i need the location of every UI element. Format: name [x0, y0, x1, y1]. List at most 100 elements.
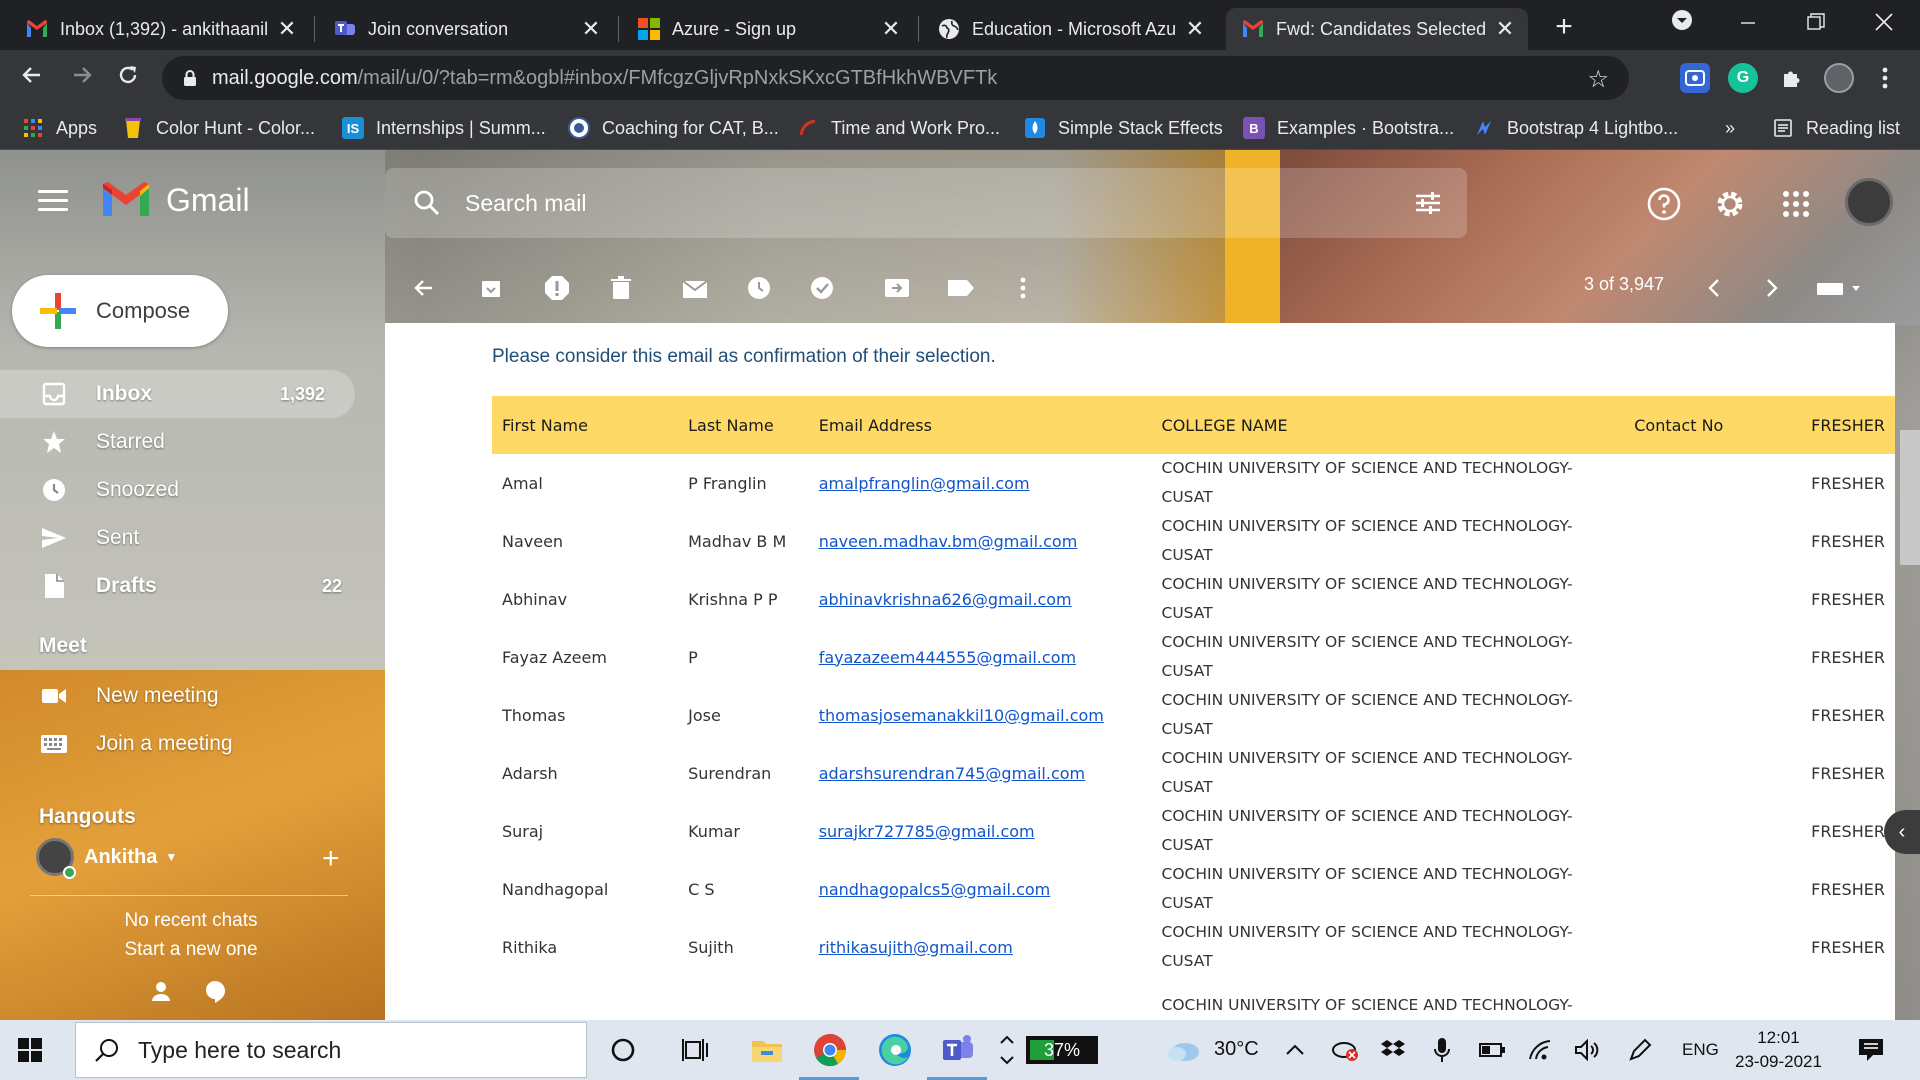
bookmark-item[interactable]: Apps [22, 116, 97, 140]
nav-item-snoozed[interactable]: Snoozed [0, 466, 372, 514]
bookmark-item[interactable]: Bootstrap 4 Lightbo... [1473, 116, 1678, 140]
taskbar-search-box[interactable]: Type here to search [75, 1022, 587, 1078]
snooze-clock-icon[interactable] [745, 274, 773, 302]
search-icon[interactable] [397, 189, 457, 217]
volume-icon[interactable] [1572, 1030, 1602, 1070]
bookmark-item[interactable]: B Examples · Bootstra... [1243, 116, 1454, 140]
close-tab-icon[interactable]: ✕ [1494, 18, 1516, 40]
windows-start-icon[interactable] [18, 1038, 42, 1062]
teams-taskbar-icon[interactable] [938, 1030, 978, 1070]
browser-tab[interactable]: Inbox (1,392) - ankithaanil ✕ [10, 8, 310, 50]
system-clock[interactable]: 12:01 23-09-2021 [1735, 1026, 1822, 1074]
close-tab-icon[interactable]: ✕ [580, 18, 602, 40]
profile-avatar[interactable] [1824, 63, 1854, 93]
join-meeting-item[interactable]: Join a meeting [0, 720, 372, 768]
help-icon[interactable] [1646, 186, 1682, 222]
edge-taskbar-icon[interactable] [875, 1030, 915, 1070]
battery-meter[interactable]: 37% [1026, 1036, 1098, 1064]
back-button[interactable] [16, 62, 48, 94]
grammarly-icon[interactable]: G [1728, 63, 1758, 93]
back-to-inbox-icon[interactable] [410, 274, 438, 302]
lock-icon[interactable] [180, 68, 200, 88]
move-to-icon[interactable] [883, 274, 911, 302]
search-input[interactable]: Search mail [465, 190, 586, 217]
mark-unread-icon[interactable] [681, 274, 709, 302]
compose-button[interactable]: Compose [12, 275, 228, 347]
search-bar[interactable]: Search mail [385, 168, 1467, 238]
older-message-chevron-icon[interactable] [1758, 274, 1786, 302]
add-to-tasks-icon[interactable] [809, 274, 837, 302]
tab-search-button[interactable] [1662, 8, 1702, 42]
bookmark-item[interactable]: Simple Stack Effects [1024, 116, 1223, 140]
email-link[interactable]: nandhagopalcs5@gmail.com [819, 880, 1051, 899]
email-link[interactable]: thomasjosemanakkil10@gmail.com [819, 706, 1104, 725]
delete-icon[interactable] [607, 274, 635, 302]
email-link[interactable]: abhinavkrishna626@gmail.com [819, 590, 1072, 609]
microphone-icon[interactable] [1427, 1030, 1457, 1070]
cortana-icon[interactable] [603, 1030, 643, 1070]
main-menu-icon[interactable] [38, 190, 68, 212]
temperature-text[interactable]: 30°C [1214, 1038, 1259, 1061]
bookmark-item[interactable]: Time and Work Pro... [797, 116, 1000, 140]
task-view-icon[interactable] [675, 1030, 715, 1070]
notifications-icon[interactable] [1851, 1030, 1891, 1070]
search-options-icon[interactable] [1413, 188, 1443, 223]
settings-gear-icon[interactable] [1712, 186, 1748, 222]
forward-button[interactable] [66, 62, 98, 94]
close-window-button[interactable] [1864, 8, 1904, 42]
wifi-icon[interactable] [1526, 1030, 1556, 1070]
bookmark-item[interactable]: IS Internships | Summ... [342, 116, 546, 140]
close-tab-icon[interactable]: ✕ [276, 18, 298, 40]
browser-tab[interactable]: Fwd: Candidates Selected ✕ [1226, 8, 1528, 50]
reload-button[interactable] [112, 62, 144, 94]
close-tab-icon[interactable]: ✕ [1184, 18, 1206, 40]
input-tools-keyboard-icon[interactable] [1814, 274, 1864, 302]
chrome-taskbar-icon[interactable] [810, 1030, 850, 1070]
extensions-puzzle-icon[interactable] [1776, 63, 1806, 93]
browser-tab[interactable]: Join conversation ✕ [318, 8, 614, 50]
battery-status-icon[interactable] [1477, 1030, 1507, 1070]
google-apps-icon[interactable] [1778, 186, 1814, 222]
bookmark-item[interactable]: Color Hunt - Color... [122, 116, 315, 140]
email-link[interactable]: fayazazeem444555@gmail.com [819, 648, 1076, 667]
hangouts-chat-icon[interactable] [204, 980, 226, 1009]
close-tab-icon[interactable]: ✕ [880, 18, 902, 40]
browser-tab[interactable]: Azure - Sign up ✕ [622, 8, 914, 50]
language-indicator[interactable]: ENG [1682, 1040, 1719, 1060]
weather-cloud-icon[interactable] [1164, 1030, 1204, 1070]
nav-item-drafts[interactable]: Drafts 22 [0, 562, 372, 610]
browser-tab[interactable]: Education - Microsoft Azu ✕ [922, 8, 1218, 50]
account-avatar[interactable] [1845, 178, 1893, 226]
address-bar[interactable]: mail.google.com/mail/u/0/?tab=rm&ogbl#in… [162, 56, 1629, 100]
page-scrollbar-thumb[interactable] [1900, 430, 1920, 565]
report-spam-icon[interactable] [543, 274, 571, 302]
side-panel-toggle-chevron-icon[interactable]: ‹ [1884, 810, 1920, 854]
overflow-chevron-icon[interactable] [990, 1030, 1024, 1070]
onedrive-error-icon[interactable] [1330, 1030, 1360, 1070]
archive-icon[interactable] [477, 274, 505, 302]
email-link[interactable]: naveen.madhav.bm@gmail.com [819, 532, 1078, 551]
dropbox-icon[interactable] [1378, 1030, 1408, 1070]
label-icon[interactable] [947, 274, 975, 302]
nav-item-starred[interactable]: Starred [0, 418, 372, 466]
bookmark-item[interactable]: Coaching for CAT, B... [568, 116, 779, 140]
nav-item-sent[interactable]: Sent [0, 514, 372, 562]
hangouts-user-menu[interactable]: Ankitha ▼ [36, 838, 177, 879]
pen-ink-icon[interactable] [1625, 1030, 1655, 1070]
email-link[interactable]: adarshsurendran745@gmail.com [819, 764, 1085, 783]
contacts-person-icon[interactable] [150, 980, 172, 1009]
newer-message-chevron-icon[interactable] [1700, 274, 1728, 302]
more-actions-icon[interactable] [1009, 274, 1037, 302]
file-explorer-icon[interactable] [747, 1030, 787, 1070]
gmail-logo[interactable]: Gmail [100, 180, 250, 220]
new-meeting-item[interactable]: New meeting [0, 672, 372, 720]
show-hidden-icons-chevron[interactable] [1280, 1030, 1310, 1070]
new-conversation-button[interactable]: + [322, 842, 340, 876]
bookmark-star-icon[interactable]: ☆ [1587, 65, 1609, 94]
chrome-menu-icon[interactable] [1870, 63, 1900, 93]
start-new-chat-link[interactable]: Start a new one [30, 939, 352, 961]
email-link[interactable]: rithikasujith@gmail.com [819, 938, 1013, 957]
email-link[interactable]: surajkr727785@gmail.com [819, 822, 1035, 841]
nav-item-inbox[interactable]: Inbox 1,392 [0, 370, 355, 418]
more-bookmarks-button[interactable]: » [1725, 116, 1735, 140]
